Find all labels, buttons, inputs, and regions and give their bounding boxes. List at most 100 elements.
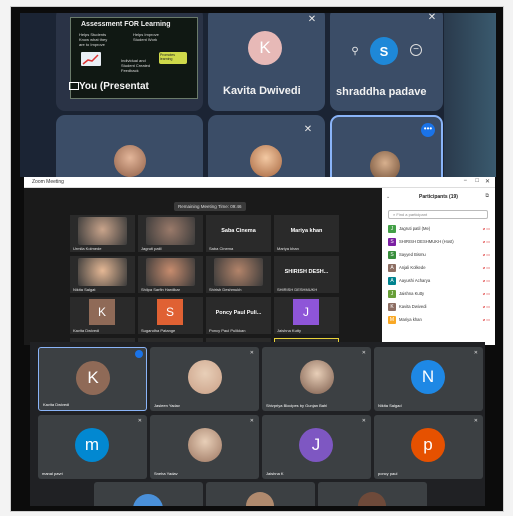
slide-title: Assessment FOR Learning bbox=[81, 21, 171, 28]
gallery-tile[interactable]: J Jaishna Kutty bbox=[274, 297, 339, 334]
slide-line: Student Work bbox=[133, 37, 158, 42]
participant-name: Sugandha Patange bbox=[141, 328, 176, 333]
mic-off-icon: ✕ bbox=[307, 14, 317, 25]
mic-off-icon: ✕ bbox=[473, 418, 478, 424]
avatar: J bbox=[293, 299, 319, 325]
participant-tile[interactable]: ✕ Jasleen Yadav bbox=[150, 347, 259, 411]
participant-tile[interactable]: ✕ Sneha Yadav bbox=[150, 415, 259, 479]
gallery-tile[interactable]: Nikita Salgat bbox=[70, 256, 135, 293]
participant-name: Poncy Paul Pulikkan bbox=[209, 328, 246, 333]
participant-tile[interactable]: ✕ N Nikita Salgad bbox=[374, 347, 483, 411]
avatar: p bbox=[411, 428, 445, 462]
participant-name: Mariya khan bbox=[277, 246, 299, 251]
mic-off-icon: ✕ bbox=[249, 350, 254, 356]
participant-row-name: Jagruti patil (Me) bbox=[399, 226, 431, 231]
participant-avatar: A bbox=[388, 277, 396, 285]
mic-muted-icon: ⌀ ▭ bbox=[482, 226, 490, 231]
remove-icon[interactable]: − bbox=[410, 44, 422, 56]
participant-avatar: A bbox=[388, 264, 396, 272]
participant-avatar: S bbox=[388, 251, 396, 259]
gallery-tile[interactable]: Poncy Paul Puli... Poncy Paul Pulikkan bbox=[206, 297, 271, 334]
zoom-titlebar: Zoom Meeting − □ ✕ bbox=[24, 177, 495, 188]
participant-tile[interactable]: ✕ J Jaishna K bbox=[262, 415, 371, 479]
presentation-slide: Assessment FOR Learning Helps Students K… bbox=[69, 17, 198, 99]
participant-big-name: Saba Cinema bbox=[221, 228, 256, 234]
avatar: J bbox=[299, 428, 333, 462]
participant-row[interactable]: J Jagruti patil (Me) ⌀ ▭ bbox=[388, 224, 492, 234]
participant-photo bbox=[246, 492, 274, 506]
participant-row[interactable]: S SHIRISH DESHMUKH (Host) ⌀ ▭ bbox=[388, 237, 492, 247]
mic-muted-icon: ⌀ ▭ bbox=[482, 239, 490, 244]
gallery-tile[interactable]: K Kavita Dwivedi bbox=[70, 297, 135, 334]
maximize-icon[interactable]: □ bbox=[475, 178, 479, 184]
participant-name: SHIRISH DESHMUKH bbox=[277, 287, 318, 292]
participant-row-name: Anjali Kolkede bbox=[399, 265, 426, 270]
gallery-tile[interactable]: Urmila Kolmede bbox=[70, 215, 135, 252]
participant-tile[interactable] bbox=[94, 482, 203, 506]
participant-avatar: K bbox=[388, 303, 396, 311]
gallery-tile[interactable]: Jagruti patil bbox=[138, 215, 203, 252]
more-options-icon[interactable]: ••• bbox=[421, 123, 435, 137]
participant-tile[interactable] bbox=[206, 482, 315, 506]
mic-muted-icon: ⌀ ▭ bbox=[482, 265, 490, 270]
gallery-tile[interactable]: Mariya khan Mariya khan bbox=[274, 215, 339, 252]
participant-tile[interactable]: K Kavita Dwivedi bbox=[38, 347, 147, 411]
gallery-tile[interactable]: Saba Cinema Saba Cinema bbox=[206, 215, 271, 252]
participant-row[interactable]: S Sayyed Bismu ⌀ ▭ bbox=[388, 250, 492, 260]
participant-name: manal pavri bbox=[42, 471, 63, 476]
participant-name: Urmila Kolmede bbox=[73, 246, 102, 251]
popout-icon[interactable]: ⧉ bbox=[485, 193, 489, 199]
participant-name: poncy paul bbox=[378, 471, 398, 476]
participant-photo bbox=[188, 428, 222, 462]
participant-video bbox=[214, 258, 263, 286]
participant-photo bbox=[250, 145, 282, 177]
participant-row[interactable]: M Mariya khan ⌀ ▭ bbox=[388, 315, 492, 325]
participant-row[interactable]: J Jaishna Kutty ⌀ ▭ bbox=[388, 289, 492, 299]
mic-muted-icon: ⌀ ▭ bbox=[482, 278, 490, 283]
participant-row-name: Mariya khan bbox=[399, 317, 422, 322]
present-icon bbox=[69, 82, 79, 90]
meeting-timer: Remaining Meeting Time: 09:46 bbox=[174, 202, 246, 211]
mic-muted-icon: ⌀ ▭ bbox=[482, 317, 490, 322]
participant-tile[interactable]: ••• bbox=[330, 115, 443, 177]
participant-tile[interactable] bbox=[318, 482, 427, 506]
participant-name: Nikita Salgat bbox=[73, 287, 96, 292]
mic-off-icon: ✕ bbox=[361, 350, 366, 356]
participant-tile[interactable]: ✕ Shivpriya Bloclpes by Gunjan Bahl bbox=[262, 347, 371, 411]
participant-row-name: SHIRISH DESHMUKH (Host) bbox=[399, 239, 454, 244]
close-icon[interactable]: ✕ bbox=[485, 178, 490, 185]
gallery-tile[interactable]: Shirish Deshmukh bbox=[206, 256, 271, 293]
participant-name: Jaishna Kutty bbox=[277, 328, 302, 333]
participant-photo bbox=[114, 145, 146, 177]
search-placeholder: Find a participant bbox=[396, 212, 428, 217]
avatar: K bbox=[76, 361, 110, 395]
participant-row[interactable]: A Anjali Kolkede ⌀ ▭ bbox=[388, 263, 492, 273]
participant-tile[interactable]: ✕ p poncy paul bbox=[374, 415, 483, 479]
participant-row-name: Jaishna Kutty bbox=[399, 291, 425, 296]
avatar: S bbox=[157, 299, 183, 325]
mic-off-icon: ✕ bbox=[303, 124, 313, 135]
more-options-icon[interactable] bbox=[135, 350, 143, 358]
participant-name: shraddha padave bbox=[336, 86, 427, 98]
participant-name: Sneha Yadav bbox=[154, 471, 178, 476]
participant-tile[interactable]: ✕ bbox=[208, 115, 325, 177]
gallery-tile[interactable]: SHIRISH DESH... SHIRISH DESHMUKH bbox=[274, 256, 339, 293]
participant-tile[interactable]: ✕ m manal pavri bbox=[38, 415, 147, 479]
participant-video bbox=[78, 217, 127, 245]
participant-avatar: S bbox=[388, 238, 396, 246]
avatar: K bbox=[89, 299, 115, 325]
participant-search-input[interactable]: ⌕ Find a participant bbox=[388, 210, 488, 219]
gallery-tile[interactable]: Shilpa Sarfin Hardikar bbox=[138, 256, 203, 293]
participant-row[interactable]: A Aayushi Acharya ⌀ ▭ bbox=[388, 276, 492, 286]
participant-tile[interactable] bbox=[56, 115, 203, 177]
participant-row[interactable]: K Kavita Dwivedi ⌀ ▭ bbox=[388, 302, 492, 312]
participant-tile[interactable]: S ⚲ − shraddha padave ✕ bbox=[330, 13, 443, 111]
participant-photo bbox=[370, 151, 400, 177]
presentation-tile[interactable]: Assessment FOR Learning Helps Students K… bbox=[56, 13, 203, 111]
participant-tile[interactable]: K Kavita Dwivedi ✕ bbox=[208, 13, 325, 111]
pin-icon[interactable]: ⚲ bbox=[348, 45, 362, 59]
gallery-tile[interactable]: S Sugandha Patange bbox=[138, 297, 203, 334]
minimize-icon[interactable]: − bbox=[463, 178, 467, 184]
participant-name: Jaishna K bbox=[266, 471, 284, 476]
participant-avatar: J bbox=[388, 290, 396, 298]
